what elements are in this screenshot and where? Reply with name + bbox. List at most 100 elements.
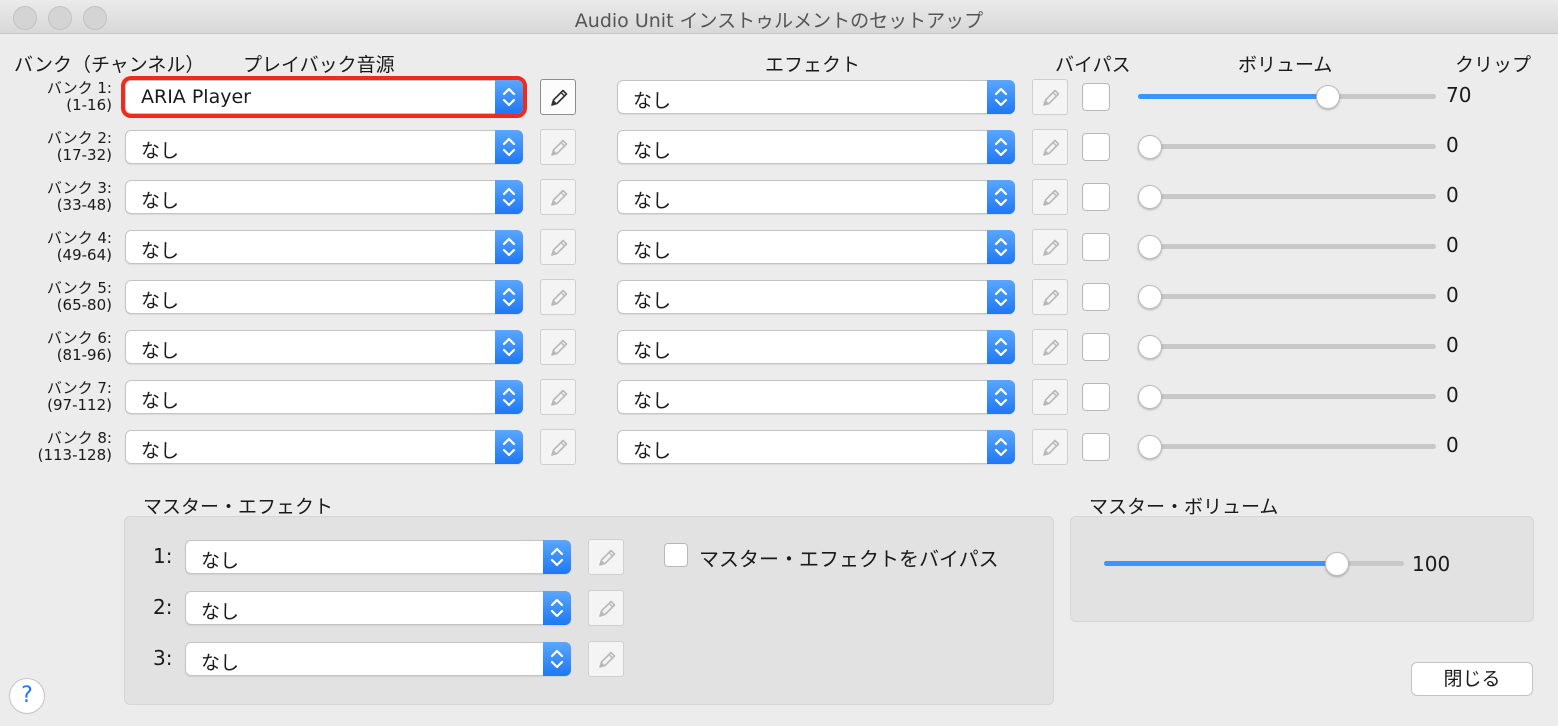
effect-edit-button-4[interactable] xyxy=(1032,229,1068,265)
bank-name: バンク 7: xyxy=(46,379,112,397)
bypass-checkbox-3[interactable] xyxy=(1082,183,1110,211)
popup-value: なし xyxy=(141,290,180,312)
volume-slider-5[interactable] xyxy=(1138,285,1436,309)
effect-edit-button-5[interactable] xyxy=(1032,279,1068,315)
playback-source-popup-4[interactable]: なし xyxy=(125,230,523,264)
bypass-checkbox-8[interactable] xyxy=(1082,433,1110,461)
slider-knob[interactable] xyxy=(1138,185,1162,209)
playback-source-popup-8[interactable]: なし xyxy=(125,430,523,464)
bypass-checkbox-7[interactable] xyxy=(1082,383,1110,411)
source-edit-button-6[interactable] xyxy=(540,329,576,365)
volume-slider-8[interactable] xyxy=(1138,435,1436,459)
master-volume-slider[interactable] xyxy=(1104,552,1404,576)
help-button[interactable]: ? xyxy=(9,678,45,714)
popup-value: なし xyxy=(633,90,672,112)
effect-edit-button-2[interactable] xyxy=(1032,129,1068,165)
playback-source-popup-7[interactable]: なし xyxy=(125,380,523,414)
master-effect-edit-button-1[interactable] xyxy=(588,539,624,575)
master-effect-title: マスター・エフェクト xyxy=(143,496,334,518)
master-effect-popup-1[interactable]: なし xyxy=(185,540,571,574)
header-bypass: バイパス xyxy=(1055,54,1131,76)
effect-popup-8[interactable]: なし xyxy=(617,430,1015,464)
bypass-checkbox-5[interactable] xyxy=(1082,283,1110,311)
source-edit-button-7[interactable] xyxy=(540,379,576,415)
volume-value-8: 0 xyxy=(1446,433,1459,457)
popup-value: なし xyxy=(141,140,180,162)
slider-track xyxy=(1138,144,1436,149)
volume-slider-1[interactable] xyxy=(1138,85,1436,109)
bypass-checkbox-6[interactable] xyxy=(1082,333,1110,361)
slider-track xyxy=(1138,194,1436,199)
source-edit-button-4[interactable] xyxy=(540,229,576,265)
master-effect-edit-button-2[interactable] xyxy=(588,590,624,626)
stepper-icon xyxy=(495,280,523,314)
header-effect: エフェクト xyxy=(765,54,861,76)
stepper-icon xyxy=(543,591,571,625)
bank-label: バンク 5: (65-80) xyxy=(0,280,112,314)
master-effect-popup-3[interactable]: なし xyxy=(185,642,571,676)
effect-popup-1[interactable]: なし xyxy=(617,80,1015,114)
popup-value: なし xyxy=(141,390,180,412)
bypass-checkbox-2[interactable] xyxy=(1082,133,1110,161)
header-clip: クリップ xyxy=(1455,54,1532,76)
slider-knob[interactable] xyxy=(1138,235,1162,259)
bypass-checkbox-4[interactable] xyxy=(1082,233,1110,261)
stepper-icon xyxy=(495,80,523,114)
volume-slider-7[interactable] xyxy=(1138,385,1436,409)
playback-source-popup-2[interactable]: なし xyxy=(125,130,523,164)
volume-value-5: 0 xyxy=(1446,283,1459,307)
effect-edit-button-6[interactable] xyxy=(1032,329,1068,365)
volume-slider-6[interactable] xyxy=(1138,335,1436,359)
source-edit-button-1[interactable] xyxy=(540,79,576,115)
stepper-icon xyxy=(495,430,523,464)
playback-source-popup-5[interactable]: なし xyxy=(125,280,523,314)
source-edit-button-5[interactable] xyxy=(540,279,576,315)
effect-edit-button-7[interactable] xyxy=(1032,379,1068,415)
playback-source-popup-1[interactable]: ARIA Player xyxy=(121,76,527,118)
popup-value: なし xyxy=(201,652,240,674)
effect-popup-3[interactable]: なし xyxy=(617,180,1015,214)
popup-value: なし xyxy=(633,390,672,412)
effect-popup-6[interactable]: なし xyxy=(617,330,1015,364)
popup-value: なし xyxy=(633,240,672,262)
slider-knob[interactable] xyxy=(1316,85,1341,109)
close-button[interactable]: 閉じる xyxy=(1411,662,1533,696)
stepper-icon xyxy=(543,540,571,574)
effect-edit-button-1[interactable] xyxy=(1032,79,1068,115)
stepper-icon xyxy=(987,230,1015,264)
effect-edit-button-8[interactable] xyxy=(1032,429,1068,465)
playback-source-popup-6[interactable]: なし xyxy=(125,330,523,364)
popup-value: なし xyxy=(201,550,240,572)
master-effect-popup-2[interactable]: なし xyxy=(185,591,571,625)
source-edit-button-8[interactable] xyxy=(540,429,576,465)
playback-source-popup-3[interactable]: なし xyxy=(125,180,523,214)
effect-popup-4[interactable]: なし xyxy=(617,230,1015,264)
effect-edit-button-3[interactable] xyxy=(1032,179,1068,215)
slider-knob[interactable] xyxy=(1324,552,1349,576)
master-bypass-checkbox[interactable] xyxy=(664,543,688,567)
master-effect-edit-button-3[interactable] xyxy=(588,641,624,677)
stepper-icon xyxy=(495,380,523,414)
effect-popup-2[interactable]: なし xyxy=(617,130,1015,164)
source-edit-button-2[interactable] xyxy=(540,129,576,165)
slider-knob[interactable] xyxy=(1138,335,1162,359)
effect-popup-7[interactable]: なし xyxy=(617,380,1015,414)
source-edit-button-3[interactable] xyxy=(540,179,576,215)
header-bank: バンク（チャンネル） xyxy=(14,54,205,76)
volume-value-4: 0 xyxy=(1446,233,1459,257)
header-volume: ボリューム xyxy=(1238,54,1333,76)
bank-range: (65-80) xyxy=(56,296,112,314)
bank-range: (49-64) xyxy=(56,246,112,264)
volume-slider-4[interactable] xyxy=(1138,235,1436,259)
slider-knob[interactable] xyxy=(1138,385,1162,409)
bypass-checkbox-1[interactable] xyxy=(1082,83,1110,111)
slider-knob[interactable] xyxy=(1138,135,1162,159)
effect-popup-5[interactable]: なし xyxy=(617,280,1015,314)
stepper-icon xyxy=(543,642,571,676)
volume-slider-2[interactable] xyxy=(1138,135,1436,159)
bank-label: バンク 2: (17-32) xyxy=(0,130,112,164)
slider-knob[interactable] xyxy=(1138,285,1162,309)
popup-value: なし xyxy=(141,340,180,362)
volume-slider-3[interactable] xyxy=(1138,185,1436,209)
slider-knob[interactable] xyxy=(1138,435,1162,459)
